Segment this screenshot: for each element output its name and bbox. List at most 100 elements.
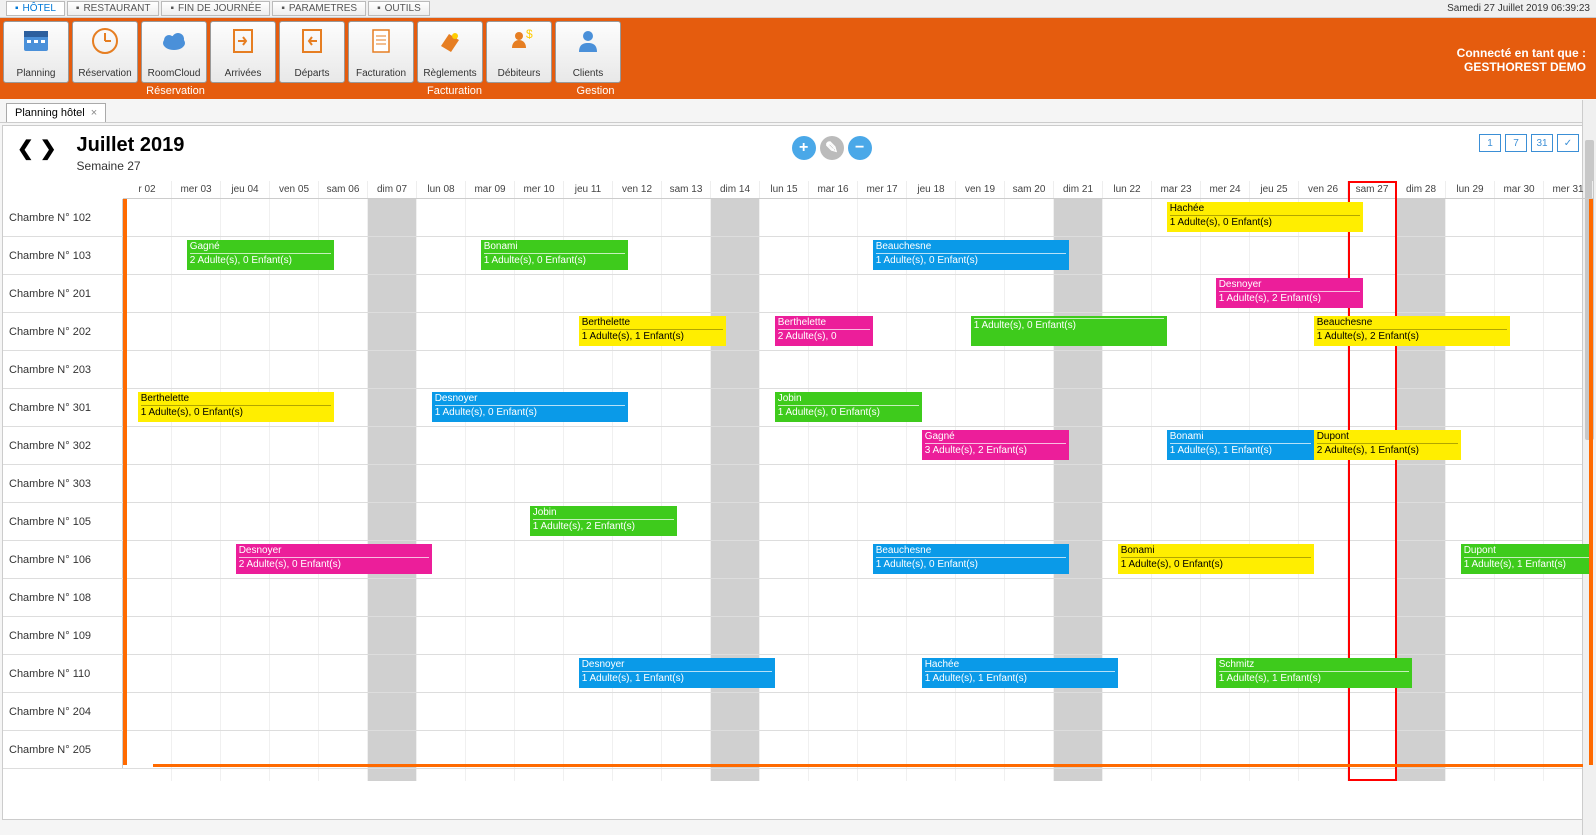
- booking-detail: 1 Adulte(s), 1 Enfant(s): [1464, 557, 1593, 570]
- day-header-cell: ven 05: [270, 181, 319, 198]
- remove-button[interactable]: −: [848, 136, 872, 160]
- departs-button[interactable]: Départs: [279, 21, 345, 83]
- booking-block[interactable]: Bonami1 Adulte(s), 0 Enfant(s): [481, 240, 628, 270]
- month-title: Juillet 2019: [77, 134, 185, 157]
- month-nav: ❮ ❯: [17, 134, 57, 161]
- booking-block[interactable]: Dupont1 Adulte(s), 1 Enfant(s): [1461, 544, 1593, 574]
- room-label[interactable]: Chambre N° 102: [3, 199, 123, 236]
- top-tab-outils[interactable]: ▪OUTILS: [368, 1, 430, 16]
- debiteurs-button[interactable]: $Débiteurs: [486, 21, 552, 83]
- day-header-cell: jeu 18: [907, 181, 956, 198]
- reglements-icon: [435, 26, 465, 56]
- booking-detail: 1 Adulte(s), 2 Enfant(s): [1219, 291, 1360, 304]
- booking-detail: 2 Adulte(s), 0 Enfant(s): [239, 557, 429, 570]
- top-tab-fin-de-journée[interactable]: ▪FIN DE JOURNÉE: [161, 1, 270, 16]
- day-header-cell: ven 12: [613, 181, 662, 198]
- booking-name: Bonami: [1121, 545, 1311, 556]
- booking-block[interactable]: Desnoyer1 Adulte(s), 1 Enfant(s): [579, 658, 775, 688]
- next-month-button[interactable]: ❯: [40, 136, 57, 161]
- room-label[interactable]: Chambre N° 205: [3, 731, 123, 768]
- room-label[interactable]: Chambre N° 204: [3, 693, 123, 730]
- booking-name: Berthelette: [582, 317, 723, 328]
- booking-name: Desnoyer: [1219, 279, 1360, 290]
- tab-planning-hotel[interactable]: Planning hôtel ×: [6, 103, 106, 122]
- booking-detail: 2 Adulte(s), 0: [778, 329, 870, 342]
- booking-detail: 1 Adulte(s), 0 Enfant(s): [974, 318, 1164, 331]
- planning-button[interactable]: Planning: [3, 21, 69, 83]
- clients-button[interactable]: Clients: [555, 21, 621, 83]
- booking-name: Beauchesne: [876, 241, 1066, 252]
- booking-block[interactable]: Bonami1 Adulte(s), 0 Enfant(s): [1118, 544, 1314, 574]
- day-header-cell: jeu 11: [564, 181, 613, 198]
- booking-block[interactable]: Schmitz1 Adulte(s), 1 Enfant(s): [1216, 658, 1412, 688]
- room-label[interactable]: Chambre N° 106: [3, 541, 123, 578]
- room-label[interactable]: Chambre N° 301: [3, 389, 123, 426]
- booking-block[interactable]: Beauchesne1 Adulte(s), 0 Enfant(s): [873, 544, 1069, 574]
- ribbon-group-label: Facturation: [351, 85, 558, 97]
- booking-block[interactable]: Gagné2 Adulte(s), 0 Enfant(s): [187, 240, 334, 270]
- day-header-cell: dim 14: [711, 181, 760, 198]
- day-header-cell: mar 16: [809, 181, 858, 198]
- roomcloud-icon: [159, 26, 189, 56]
- booking-block[interactable]: Desnoyer1 Adulte(s), 2 Enfant(s): [1216, 278, 1363, 308]
- booking-name: Desnoyer: [582, 659, 772, 670]
- room-label[interactable]: Chambre N° 109: [3, 617, 123, 654]
- booking-block[interactable]: 1 Adulte(s), 0 Enfant(s): [971, 316, 1167, 346]
- booking-block[interactable]: Berthelette2 Adulte(s), 0: [775, 316, 873, 346]
- room-label[interactable]: Chambre N° 302: [3, 427, 123, 464]
- booking-detail: 1 Adulte(s), 0 Enfant(s): [876, 557, 1066, 570]
- booking-block[interactable]: Beauchesne1 Adulte(s), 2 Enfant(s): [1314, 316, 1510, 346]
- day-header-cell: dim 28: [1397, 181, 1446, 198]
- view-1-button[interactable]: 1: [1479, 134, 1501, 152]
- room-label[interactable]: Chambre N° 202: [3, 313, 123, 350]
- add-button[interactable]: +: [792, 136, 816, 160]
- booking-block[interactable]: Berthelette1 Adulte(s), 1 Enfant(s): [579, 316, 726, 346]
- action-buttons: + ✎ −: [792, 134, 872, 160]
- prev-month-button[interactable]: ❮: [17, 136, 34, 161]
- booking-block[interactable]: Jobin1 Adulte(s), 2 Enfant(s): [530, 506, 677, 536]
- room-label[interactable]: Chambre N° 105: [3, 503, 123, 540]
- booking-detail: 1 Adulte(s), 0 Enfant(s): [484, 253, 625, 266]
- view-✓-button[interactable]: ✓: [1557, 134, 1579, 152]
- facturation-button[interactable]: Facturation: [348, 21, 414, 83]
- top-tab-restaurant[interactable]: ▪RESTAURANT: [67, 1, 160, 16]
- booking-block[interactable]: Gagné3 Adulte(s), 2 Enfant(s): [922, 430, 1069, 460]
- booking-detail: 1 Adulte(s), 1 Enfant(s): [925, 671, 1115, 684]
- booking-block[interactable]: Bonami1 Adulte(s), 1 Enfant(s): [1167, 430, 1314, 460]
- reservation-button[interactable]: Réservation: [72, 21, 138, 83]
- right-edge-marker: [1589, 199, 1593, 765]
- day-header-cell: jeu 04: [221, 181, 270, 198]
- room-label[interactable]: Chambre N° 110: [3, 655, 123, 692]
- day-header-cell: ven 19: [956, 181, 1005, 198]
- debiteurs-icon: $: [504, 26, 534, 56]
- day-header-cell: mar 30: [1495, 181, 1544, 198]
- view-7-button[interactable]: 7: [1505, 134, 1527, 152]
- top-tab-hôtel[interactable]: ▪HÔTEL: [6, 1, 65, 16]
- top-tab-parametres[interactable]: ▪PARAMETRES: [272, 1, 366, 16]
- document-tabs: Planning hôtel ×: [0, 99, 1596, 123]
- room-label[interactable]: Chambre N° 108: [3, 579, 123, 616]
- booking-block[interactable]: Beauchesne1 Adulte(s), 0 Enfant(s): [873, 240, 1069, 270]
- room-label[interactable]: Chambre N° 203: [3, 351, 123, 388]
- arrivees-button[interactable]: Arrivées: [210, 21, 276, 83]
- edit-button[interactable]: ✎: [820, 136, 844, 160]
- reglements-button[interactable]: Règlements: [417, 21, 483, 83]
- booking-block[interactable]: Dupont2 Adulte(s), 1 Enfant(s): [1314, 430, 1461, 460]
- booking-block[interactable]: Hachée1 Adulte(s), 1 Enfant(s): [922, 658, 1118, 688]
- booking-name: Jobin: [533, 507, 674, 518]
- booking-block[interactable]: Desnoyer1 Adulte(s), 0 Enfant(s): [432, 392, 628, 422]
- booking-block[interactable]: Hachée1 Adulte(s), 0 Enfant(s): [1167, 202, 1363, 232]
- room-label[interactable]: Chambre N° 103: [3, 237, 123, 274]
- booking-detail: 1 Adulte(s), 2 Enfant(s): [533, 519, 674, 532]
- roomcloud-button[interactable]: RoomCloud: [141, 21, 207, 83]
- booking-block[interactable]: Desnoyer2 Adulte(s), 0 Enfant(s): [236, 544, 432, 574]
- booking-block[interactable]: Jobin1 Adulte(s), 0 Enfant(s): [775, 392, 922, 422]
- room-label[interactable]: Chambre N° 201: [3, 275, 123, 312]
- booking-block[interactable]: Berthelette1 Adulte(s), 0 Enfant(s): [138, 392, 334, 422]
- view-31-button[interactable]: 31: [1531, 134, 1553, 152]
- booking-detail: 1 Adulte(s), 0 Enfant(s): [778, 405, 919, 418]
- close-icon[interactable]: ×: [91, 107, 97, 119]
- day-header-cell: lun 15: [760, 181, 809, 198]
- booking-detail: 2 Adulte(s), 0 Enfant(s): [190, 253, 331, 266]
- room-label[interactable]: Chambre N° 303: [3, 465, 123, 502]
